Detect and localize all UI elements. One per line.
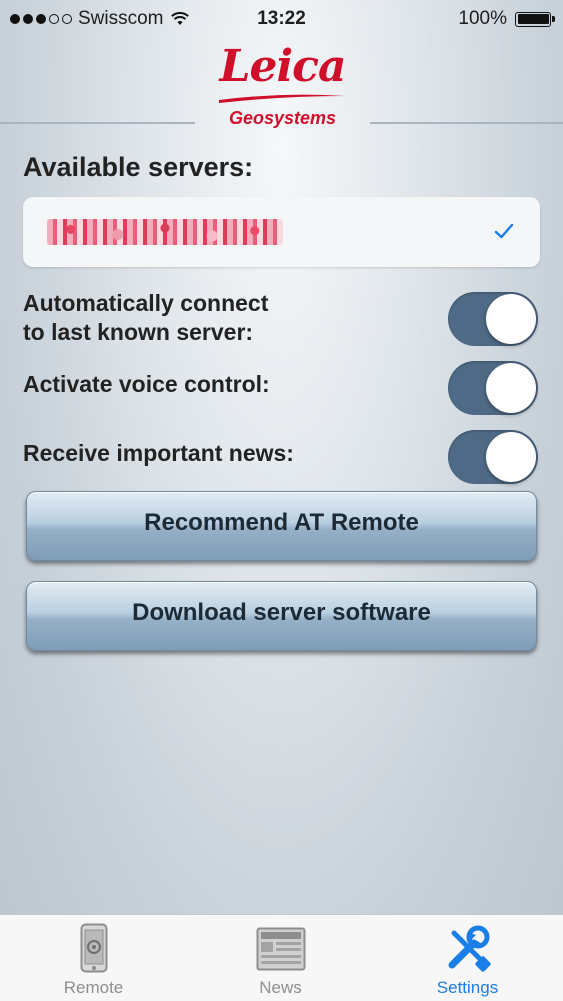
tab-settings[interactable]: Settings xyxy=(374,915,561,1001)
tab-remote-label: Remote xyxy=(63,978,124,997)
server-list-item[interactable]: ████████████ xyxy=(23,197,540,267)
status-bar: Swisscom 13:22 100% xyxy=(0,0,563,38)
phone-remote-icon xyxy=(80,923,107,973)
important-news-label: Receive important news: xyxy=(23,440,294,466)
recommend-button[interactable]: Recommend AT Remote xyxy=(26,491,537,561)
logo-swoosh xyxy=(219,94,345,103)
logo-brand: Leica xyxy=(219,41,347,92)
tab-news-label: News xyxy=(259,978,302,997)
tab-bar: Remote News Settings xyxy=(0,914,563,1001)
important-news-toggle[interactable] xyxy=(448,430,538,484)
download-server-software-button[interactable]: Download server software xyxy=(26,581,537,651)
battery-percent: 100% xyxy=(458,8,507,29)
server-name-redacted: ████████████ xyxy=(47,219,283,245)
newspaper-icon xyxy=(256,927,305,971)
tab-news[interactable]: News xyxy=(187,915,374,1001)
auto-connect-label-line1: Automatically connect xyxy=(23,290,269,316)
tab-remote[interactable]: Remote xyxy=(0,915,187,1001)
battery-icon xyxy=(515,11,555,27)
voice-control-label: Activate voice control: xyxy=(23,371,270,397)
auto-connect-toggle[interactable] xyxy=(448,292,538,346)
tab-settings-label: Settings xyxy=(436,978,499,997)
header-divider-left xyxy=(0,122,195,124)
voice-control-toggle[interactable] xyxy=(448,361,538,415)
header-divider-right xyxy=(370,122,563,124)
wrench-screwdriver-icon xyxy=(448,925,491,972)
available-servers-heading: Available servers: xyxy=(23,152,254,182)
auto-connect-label-line2: to last known server: xyxy=(23,319,254,345)
leica-logo: Leica Geosystems xyxy=(195,42,370,137)
checkmark-icon xyxy=(494,223,514,239)
logo-subtitle: Geosystems xyxy=(228,108,337,128)
battery-group: 100% xyxy=(458,8,555,30)
auto-connect-label: Automatically connect to last known serv… xyxy=(23,289,268,347)
